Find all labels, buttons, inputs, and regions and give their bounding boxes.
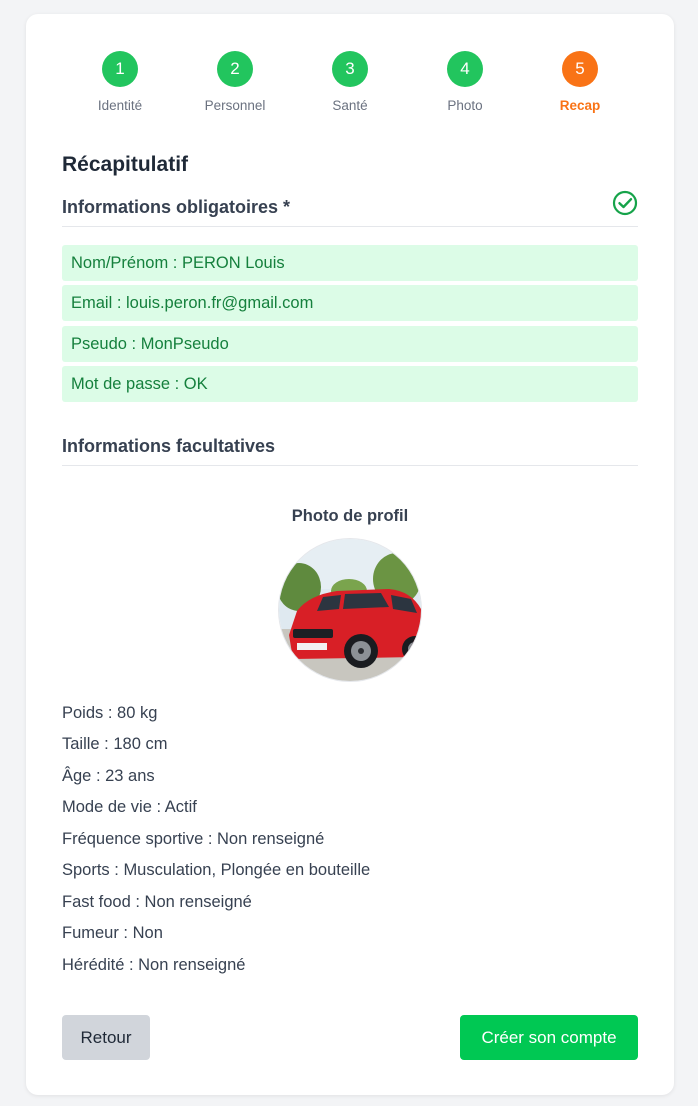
info-smoker: Fumeur : Non <box>62 924 163 942</box>
step-3-circle: 3 <box>332 51 368 87</box>
step-4-circle: 4 <box>447 51 483 87</box>
stepper: 1 Identité 2 Personnel 3 Santé 4 Photo 5… <box>62 51 638 131</box>
create-account-button[interactable]: Créer son compte <box>460 1015 638 1060</box>
optional-section-title: Informations facultatives <box>62 436 276 456</box>
required-item-name: Nom/Prénom : PERON Louis <box>62 245 638 281</box>
step-2[interactable]: 2 Personnel <box>180 51 290 113</box>
step-4[interactable]: 4 Photo <box>410 51 520 113</box>
info-sports: Sports : Musculation, Plongée en bouteil… <box>62 861 371 879</box>
required-section-header: Informations obligatoires * <box>62 190 638 227</box>
step-3-label: Santé <box>332 98 368 113</box>
back-button[interactable]: Retour <box>62 1015 150 1060</box>
step-4-label: Photo <box>447 98 483 113</box>
info-fast-food: Fast food : Non renseigné <box>62 893 252 911</box>
info-age: Âge : 23 ans <box>62 767 155 785</box>
step-1-circle: 1 <box>102 51 138 87</box>
optional-section-header: Informations facultatives <box>62 429 638 466</box>
info-weight: Poids : 80 kg <box>62 704 158 722</box>
page-title: Récapitulatif <box>62 153 189 176</box>
photo-label: Photo de profil <box>291 507 409 525</box>
signup-card: 1 Identité 2 Personnel 3 Santé 4 Photo 5… <box>26 14 674 1095</box>
info-sport-frequency: Fréquence sportive : Non renseigné <box>62 830 325 848</box>
info-lifestyle: Mode de vie : Actif <box>62 798 197 816</box>
required-item-email: Email : louis.peron.fr@gmail.com <box>62 285 638 321</box>
step-1-label: Identité <box>97 98 143 113</box>
step-2-label: Personnel <box>204 98 266 113</box>
step-2-circle: 2 <box>217 51 253 87</box>
step-5-circle: 5 <box>562 51 598 87</box>
required-item-pseudo: Pseudo : MonPseudo <box>62 326 638 362</box>
step-3[interactable]: 3 Santé <box>295 51 405 113</box>
required-section-title: Informations obligatoires * <box>62 197 291 217</box>
step-5-label: Recap <box>559 98 601 113</box>
check-circle-icon <box>612 190 638 216</box>
step-1[interactable]: 1 Identité <box>65 51 175 113</box>
step-5[interactable]: 5 Recap <box>525 51 635 113</box>
required-item-password: Mot de passe : OK <box>62 366 638 402</box>
info-height: Taille : 180 cm <box>62 735 168 753</box>
profile-photo <box>278 538 422 682</box>
info-heredity: Hérédité : Non renseigné <box>62 956 246 974</box>
